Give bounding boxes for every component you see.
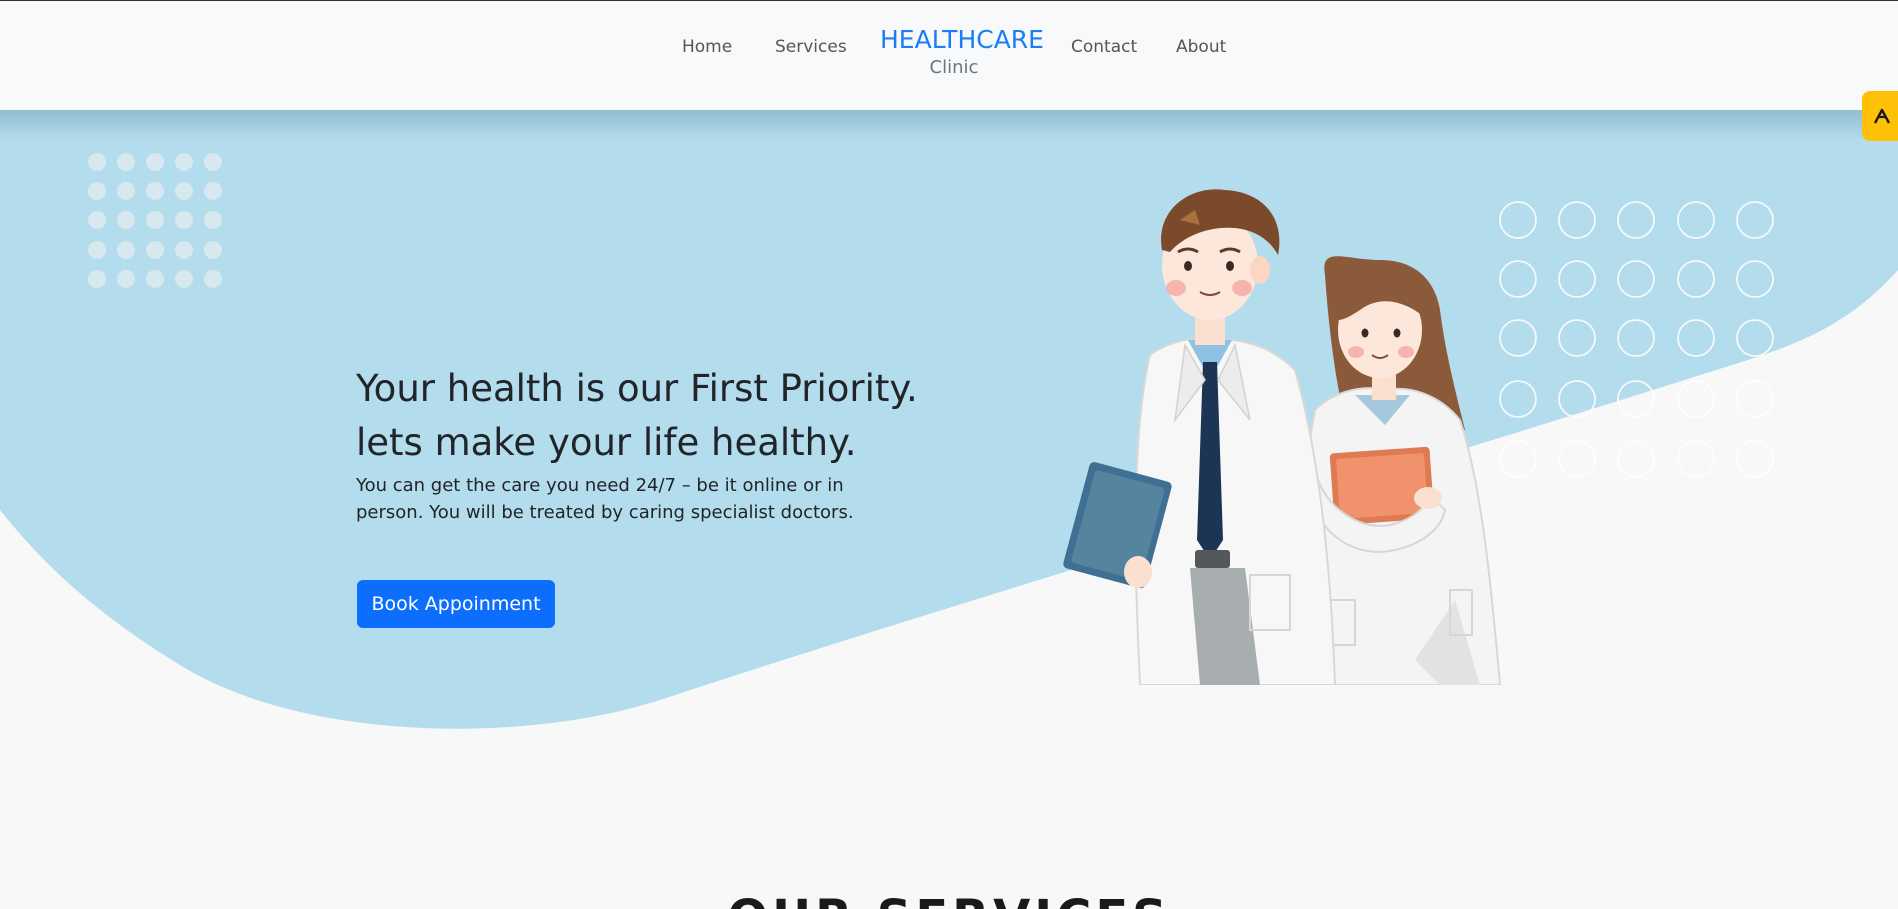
nav-link-contact[interactable]: Contact bbox=[1071, 37, 1137, 57]
accessibility-widget-button[interactable] bbox=[1862, 91, 1898, 141]
hero-heading-line2: lets make your life healthy. bbox=[356, 421, 857, 464]
brand-logo[interactable]: HEALTHCARE Clinic bbox=[880, 25, 1044, 79]
hero-heading: Your health is our First Priority. lets … bbox=[356, 362, 918, 470]
navbar-shadow bbox=[0, 110, 1898, 140]
hero-text-block: Your health is our First Priority. lets … bbox=[356, 362, 918, 526]
brand-subtitle: Clinic bbox=[929, 57, 979, 78]
doctors-illustration bbox=[1063, 189, 1502, 685]
hero-heading-line1: Your health is our First Priority. bbox=[356, 367, 918, 410]
navbar: Home Services HEALTHCARE Clinic Contact … bbox=[0, 1, 1898, 110]
hero-description: You can get the care you need 24/7 – be … bbox=[356, 475, 854, 523]
accessibility-icon bbox=[1873, 108, 1891, 124]
nav-link-services[interactable]: Services bbox=[775, 37, 847, 57]
nav-link-home[interactable]: Home bbox=[682, 37, 732, 57]
book-appointment-button[interactable]: Book Appoinment bbox=[357, 580, 555, 628]
brand-title: HEALTHCARE bbox=[880, 25, 1044, 54]
section-title: OUR SERVICES bbox=[0, 888, 1898, 909]
top-border bbox=[0, 0, 1898, 1]
nav-link-about[interactable]: About bbox=[1176, 37, 1226, 57]
page: Home Services HEALTHCARE Clinic Contact … bbox=[0, 0, 1898, 909]
